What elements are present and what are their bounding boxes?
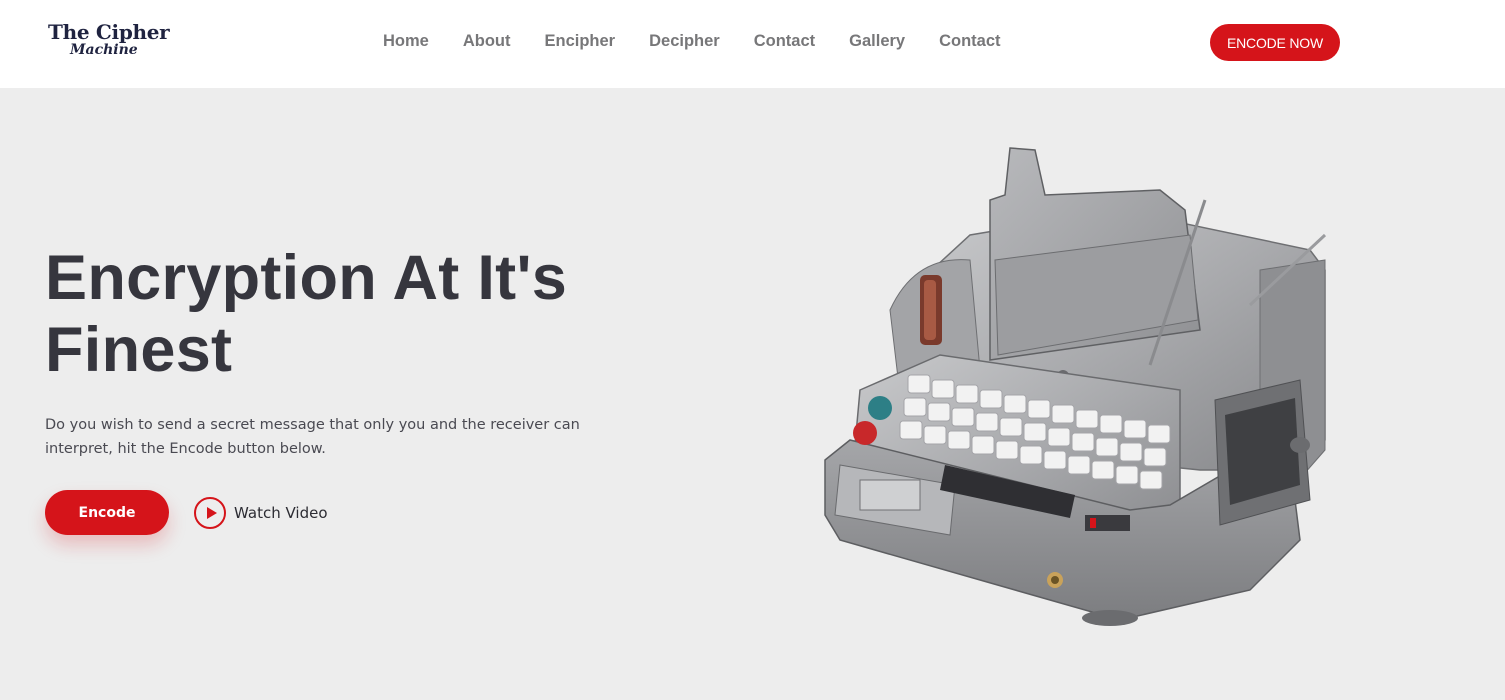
nav-item-contact-2[interactable]: Contact	[939, 32, 1000, 54]
play-icon[interactable]	[194, 497, 226, 529]
brand-line-1: The Cipher	[48, 20, 170, 44]
nav-item-encipher[interactable]: Encipher	[545, 32, 616, 54]
watch-video-label: Watch Video	[234, 504, 328, 522]
brand-line-2: Machine	[70, 42, 138, 58]
nav-item-gallery[interactable]: Gallery	[849, 32, 905, 54]
site-header: The Cipher Machine Home About Encipher D…	[0, 0, 1505, 88]
hero-description: Do you wish to send a secret message tha…	[45, 417, 580, 457]
main-nav: Home About Encipher Decipher Contact Gal…	[383, 32, 1001, 54]
encode-now-button[interactable]: ENCODE NOW	[1210, 24, 1340, 61]
cipher-machine-image	[824, 147, 1327, 626]
hero-title-line-1: Encryption At It's	[45, 243, 568, 313]
watch-video-link[interactable]: Watch Video	[194, 497, 328, 529]
play-triangle	[206, 507, 217, 519]
nav-item-contact[interactable]: Contact	[754, 32, 815, 54]
encode-button[interactable]: Encode	[45, 490, 169, 535]
brand-logo[interactable]: The Cipher Machine	[48, 20, 170, 64]
nav-item-about[interactable]: About	[463, 32, 511, 54]
nav-item-decipher[interactable]: Decipher	[649, 32, 720, 54]
hero-title: Encryption At It's Finest	[45, 242, 665, 386]
hero-title-line-2: Finest	[45, 315, 233, 385]
nav-item-home[interactable]: Home	[383, 32, 429, 54]
